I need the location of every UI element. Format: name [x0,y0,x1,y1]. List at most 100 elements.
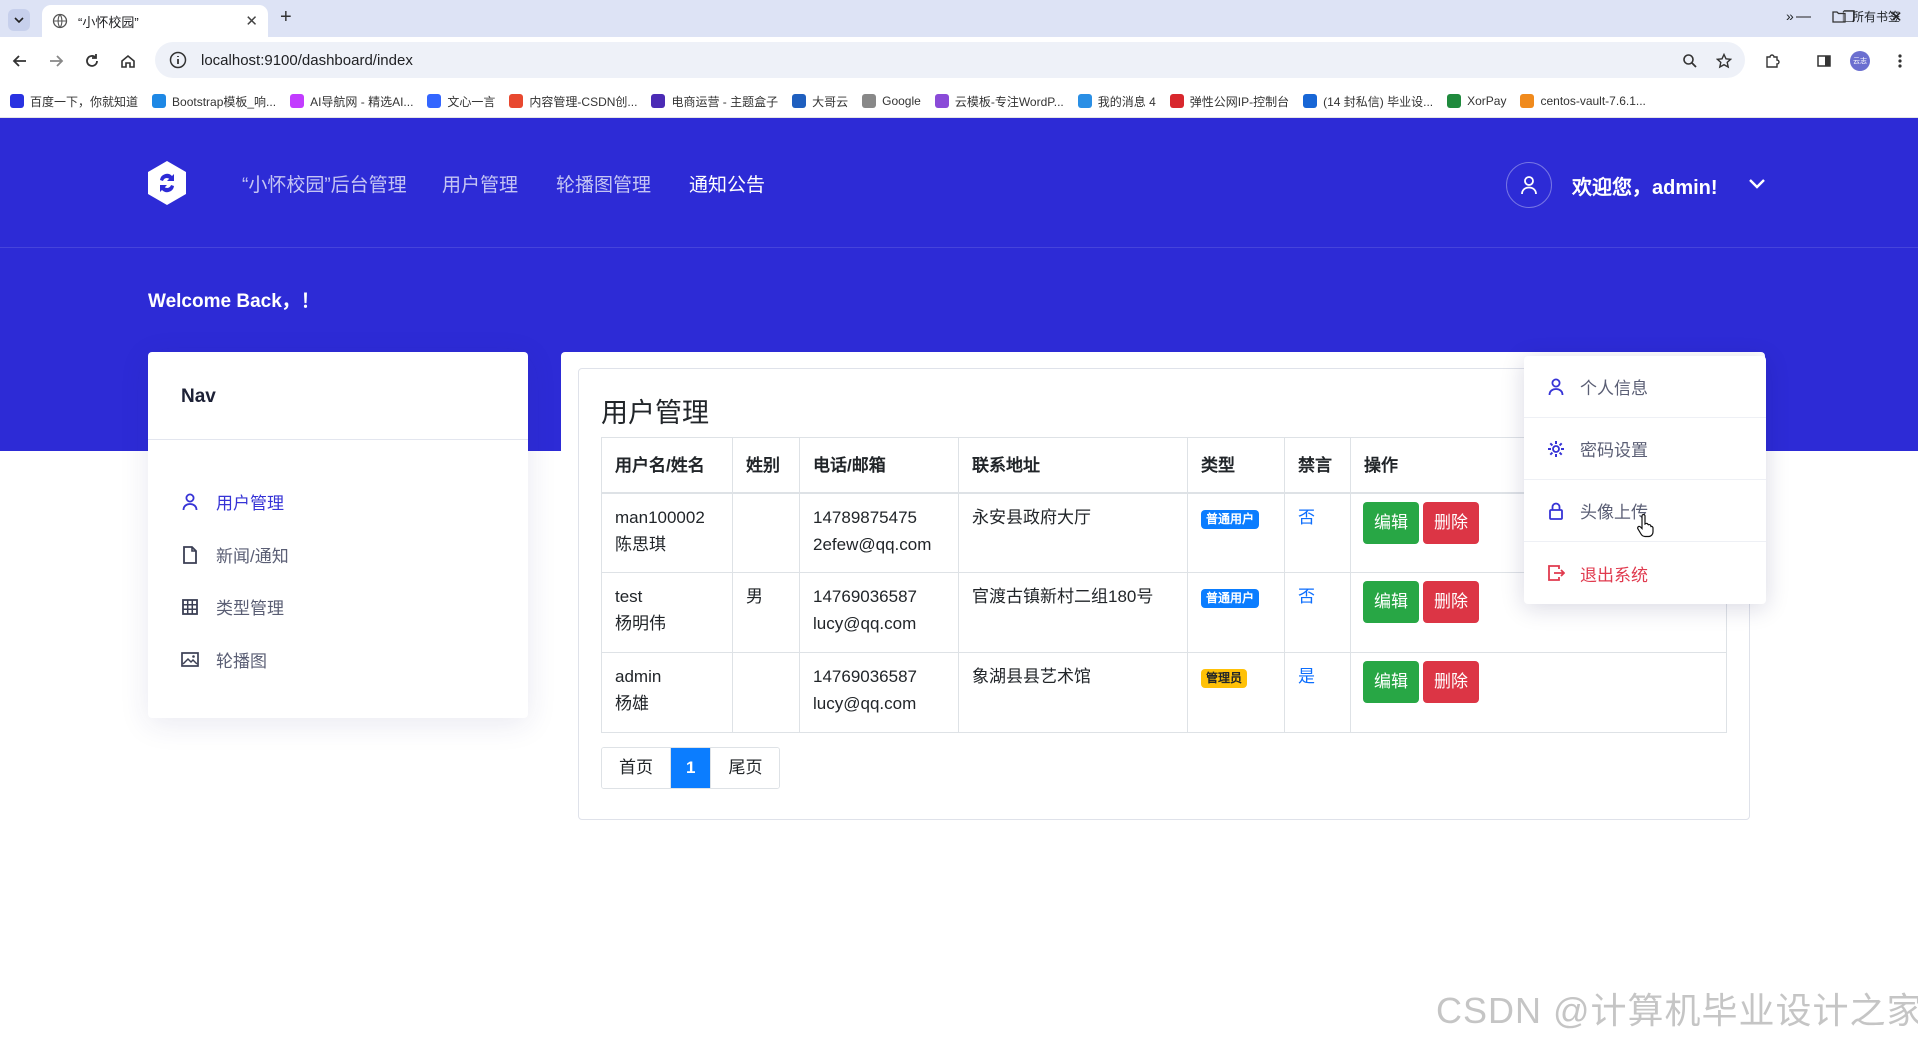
phone: 14769036587 [813,587,918,606]
bookmark-label: (14 封私信) 毕业设... [1323,94,1434,109]
tab-search-button[interactable] [8,9,30,31]
cell-address: 象湖县县艺术馆 [958,652,1188,733]
sidebar-item-news[interactable]: 新闻/通知 [180,542,289,567]
sidebar-item-carousel[interactable]: 轮播图 [180,647,267,672]
nav-announcements[interactable]: 通知公告 [689,170,765,197]
minimize-button[interactable]: — [1796,8,1811,25]
bookmark-item[interactable]: 文心一言 [427,93,495,110]
menu-item-logout[interactable]: 退出系统 [1524,542,1766,604]
reload-icon [86,54,98,67]
phone: 14769036587 [813,667,918,686]
bookmark-star-button[interactable] [1712,49,1736,73]
cell-gender [732,492,800,573]
bookmark-item[interactable]: (14 封私信) 毕业设... [1303,93,1433,110]
col-address: 联系地址 [958,437,1188,494]
pagination-last[interactable]: 尾页 [711,748,780,788]
bookmark-item[interactable]: XorPay [1447,94,1506,108]
menu-item-profile[interactable]: 个人信息 [1524,356,1766,418]
cell-contact: 14769036587 lucy@qq.com [799,652,959,733]
delete-button[interactable]: 删除 [1423,661,1479,703]
bookmark-item[interactable]: 电商运营 - 主题盒子 [651,93,778,110]
delete-button[interactable]: 删除 [1423,501,1479,544]
email: lucy@qq.com [813,694,917,713]
table-row: admin 杨雄 14769036587 lucy@qq.com 象湖县县艺术馆 管… [601,652,1727,733]
logo-icon[interactable] [146,160,188,206]
ban-toggle-link[interactable]: 是 [1298,667,1315,686]
cell-address: 官渡古镇新村二组180号 [958,572,1188,653]
bookmark-favicon-icon [1447,94,1462,108]
cell-address: 永安县政府大厅 [958,492,1188,573]
address-bar[interactable]: localhost:9100/dashboard/index [155,42,1745,78]
cell-gender: 男 [732,572,800,653]
menu-item-label: 个人信息 [1580,379,1648,398]
profile-button[interactable]: 云志 [1848,49,1872,73]
bookmark-item[interactable]: centos-vault-7.6.1... [1520,94,1646,108]
chevron-down-icon [14,17,24,23]
site-info-icon[interactable] [169,51,187,69]
bookmark-label: 大哥云 [812,94,849,109]
bookmark-item[interactable]: 百度一下，你就知道 [10,93,138,110]
chevron-down-icon[interactable] [1748,178,1766,189]
ban-toggle-link[interactable]: 否 [1298,587,1315,606]
nav-carousel-management[interactable]: 轮播图管理 [556,170,651,197]
close-tab-icon[interactable]: ✕ [245,12,258,30]
browser-tab[interactable]: “小怀校园” ✕ [42,5,268,37]
cell-type: 管理员 [1187,652,1285,733]
username: test [615,587,643,606]
edit-button[interactable]: 编辑 [1363,501,1419,544]
all-bookmarks-button[interactable]: 所有书签 [1832,8,1900,25]
bookmark-favicon-icon [862,94,877,108]
arrow-right-icon [50,55,64,67]
bookmark-item[interactable]: 内容管理-CSDN创... [509,93,637,110]
folder-icon [1832,10,1846,23]
sidebar-item-types[interactable]: 类型管理 [180,594,284,619]
bookmark-label: Bootstrap模板_响... [172,94,277,109]
user-avatar[interactable] [1506,162,1552,208]
bookmark-item[interactable]: AI导航网 - 精选AI... [290,93,413,110]
zoom-icon [1683,54,1697,68]
reload-button[interactable] [80,49,104,73]
forward-button[interactable] [44,49,68,73]
delete-button[interactable]: 删除 [1423,581,1479,623]
sidebar-item-users[interactable]: 用户管理 [180,489,284,514]
more-bookmarks-icon[interactable]: » [1786,8,1794,24]
side-panel-button[interactable] [1812,49,1836,73]
cell-banned: 是 [1284,652,1351,733]
sidebar-title: Nav [148,352,528,440]
new-tab-button[interactable]: + [280,6,292,29]
bookmark-item[interactable]: Google [862,94,921,108]
user-icon [180,492,200,512]
file-icon [180,545,200,565]
bookmark-item[interactable]: 我的消息 4 [1077,93,1156,110]
bookmark-label: 云模板-专注WordP... [954,94,1064,109]
profile-avatar: 云志 [1850,51,1870,71]
edit-button[interactable]: 编辑 [1363,581,1419,623]
menu-item-password[interactable]: 密码设置 [1524,418,1766,480]
back-button[interactable] [8,49,32,73]
extensions-button[interactable] [1760,49,1784,73]
menu-item-label: 退出系统 [1580,565,1648,585]
edit-button[interactable]: 编辑 [1363,661,1419,703]
hand-cursor-icon [1637,514,1654,538]
bookmark-favicon-icon [427,94,442,108]
bookmark-item[interactable]: Bootstrap模板_响... [152,93,276,110]
browser-menu-button[interactable] [1888,49,1912,73]
cell-user: admin 杨雄 [601,652,733,733]
nav-brand[interactable]: “小怀校园”后台管理 [242,170,407,197]
home-button[interactable] [116,49,140,73]
tab-title: “小怀校园” [78,14,139,30]
nav-user-management[interactable]: 用户管理 [442,170,518,197]
bookmark-item[interactable]: 弹性公网IP-控制台 [1169,93,1289,110]
ban-toggle-link[interactable]: 否 [1298,508,1315,527]
pagination-first[interactable]: 首页 [602,748,671,788]
bookmark-favicon-icon [152,94,167,108]
welcome-user-text[interactable]: 欢迎您，admin! [1572,171,1718,200]
zoom-button[interactable] [1678,49,1702,73]
bookmarks-bar: 百度一下，你就知道 Bootstrap模板_响... AI导航网 - 精选AI...… [0,85,1918,118]
bookmark-label: 电商运营 - 主题盒子 [671,94,779,109]
pagination-current-page[interactable]: 1 [671,748,712,788]
bookmark-label: AI导航网 - 精选AI... [310,94,414,109]
bookmark-item[interactable]: 云模板-专注WordP... [934,93,1064,110]
bookmark-item[interactable]: 大哥云 [792,93,848,110]
cell-contact: 14789875475 2efew@qq.com [799,492,959,573]
